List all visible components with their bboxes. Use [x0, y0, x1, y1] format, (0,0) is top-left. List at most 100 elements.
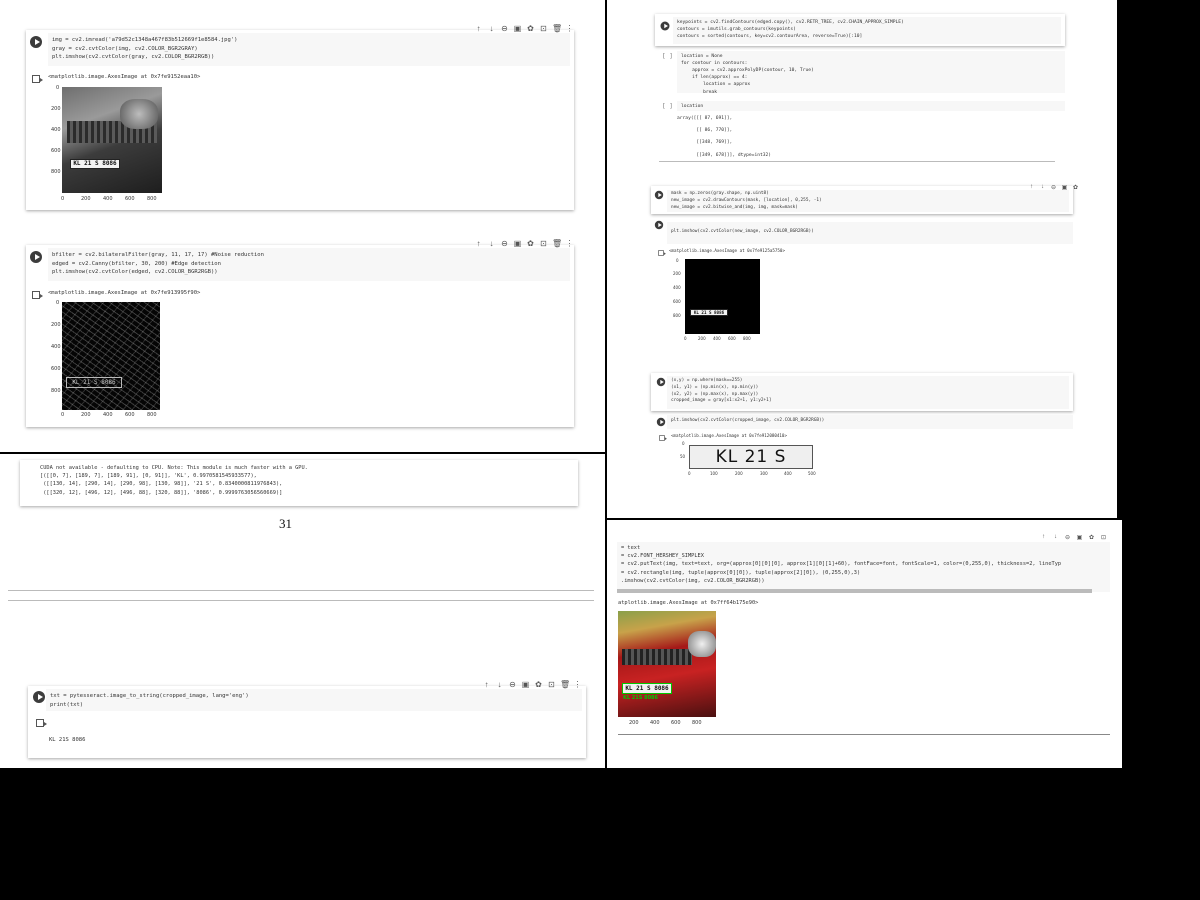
code-line: location [681, 104, 704, 109]
code-editor[interactable]: location [677, 101, 1065, 111]
notebook-cell-imread: ↑ ↓ ⊖ ▣ ✿ ⊡ 🗑 ⋮ img = cv2.imread('a79d52… [26, 24, 574, 210]
code-editor[interactable]: (x,y) = np.where(mask==255) (x1, y1) = (… [667, 376, 1069, 409]
run-cell-button[interactable] [654, 190, 664, 200]
mirror-icon[interactable]: ⊡ [1099, 534, 1108, 541]
y-tick-label: 200 [51, 322, 61, 328]
document-page-3: keypoints = cv2.findContours(edged.copy(… [607, 0, 1117, 518]
mirror-icon[interactable]: ⊡ [539, 239, 548, 248]
run-cell-button[interactable] [33, 691, 45, 703]
y-tick-label: 800 [51, 388, 61, 394]
output-icon [36, 719, 47, 727]
ocr-output-line: ([[130, 14], [290, 14], [290, 98], [130,… [40, 481, 283, 488]
code-line: bfilter = cv2.bilateralFilter(gray, 11, … [52, 252, 264, 258]
more-icon[interactable]: ⋮ [565, 24, 574, 33]
move-up-icon[interactable]: ↑ [474, 239, 483, 248]
code-editor[interactable]: plt.imshow(cv2.cvtColor(new_image, cv2.C… [667, 222, 1073, 244]
settings-icon[interactable]: ✿ [534, 680, 543, 689]
run-cell-button[interactable] [656, 377, 666, 387]
delete-icon[interactable]: 🗑 [552, 239, 562, 248]
comment-icon[interactable]: ▣ [513, 239, 522, 248]
code-line: mask = np.zeros(gray.shape, np.uint8) [671, 191, 769, 196]
y-tick-label: 600 [673, 299, 681, 304]
code-editor[interactable]: plt.imshow(cv2.cvtColor(cropped_image, c… [667, 415, 1073, 429]
code-line: print(txt) [50, 701, 84, 708]
cell-toolbar: ↑ ↓ ⊖ ▣ ✿ ⊡ [1039, 534, 1108, 541]
cell-divider [659, 161, 1055, 162]
page-divider [8, 600, 594, 601]
move-down-icon[interactable]: ↓ [1051, 534, 1060, 541]
ocr-output-block: CUDA not available - defaulting to CPU. … [20, 460, 578, 506]
code-editor[interactable]: mask = np.zeros(gray.shape, np.uint8) ne… [667, 190, 1069, 212]
run-cell-button[interactable] [656, 417, 666, 427]
move-down-icon[interactable]: ↓ [487, 24, 496, 33]
run-cell-button[interactable] [654, 220, 664, 230]
page-divider [8, 590, 594, 591]
move-down-icon[interactable]: ↓ [487, 239, 496, 248]
comment-icon[interactable]: ▣ [521, 680, 530, 689]
link-icon[interactable]: ⊖ [500, 239, 509, 248]
code-editor[interactable]: img = cv2.imread('a79d52c1348a467f83b512… [48, 33, 570, 66]
x-tick-label: 200 [81, 196, 91, 202]
code-editor[interactable]: = text = cv2.FONT_HERSHEY_SIMPLEX = cv2.… [617, 542, 1110, 592]
x-tick-label: 0 [61, 196, 65, 202]
delete-icon[interactable]: 🗑 [560, 680, 570, 689]
comment-icon[interactable]: ▣ [513, 24, 522, 33]
plate-edges-graphic: KL 21 S 8086 [66, 377, 122, 388]
mirror-icon[interactable]: ⊡ [539, 24, 548, 33]
move-up-icon[interactable]: ↑ [1039, 534, 1048, 541]
x-tick-label: 800 [692, 720, 702, 726]
run-cell-button[interactable] [30, 36, 42, 48]
settings-icon[interactable]: ✿ [526, 24, 535, 33]
y-tick-label: 200 [673, 271, 681, 276]
x-tick-label: 100 [710, 471, 718, 476]
settings-icon[interactable]: ✿ [1071, 184, 1080, 191]
horizontal-scrollbar[interactable] [617, 589, 1092, 593]
x-tick-label: 400 [650, 720, 660, 726]
headlight-graphic [120, 99, 158, 129]
settings-icon[interactable]: ✿ [526, 239, 535, 248]
code-line: .imshow(cv2.cvtColor(img, cv2.COLOR_BGR2… [621, 577, 765, 584]
x-tick-label: 200 [81, 412, 91, 418]
y-tick-label: 0 [56, 300, 60, 306]
ocr-output-line: [([[0, 7], [189, 7], [189, 91], [0, 91]]… [40, 473, 257, 480]
y-tick-label: 400 [673, 285, 681, 290]
run-cell-button[interactable] [660, 21, 670, 31]
move-down-icon[interactable]: ↓ [495, 680, 504, 689]
y-tick-label: 200 [51, 106, 61, 112]
settings-icon[interactable]: ✿ [1087, 534, 1096, 541]
code-editor[interactable]: keypoints = cv2.findContours(edged.copy(… [673, 17, 1061, 44]
notebook-cell-location-loop: [ ] location = None for contour in conto… [659, 50, 1065, 95]
link-icon[interactable]: ⊖ [508, 680, 517, 689]
x-tick-label: 400 [713, 336, 721, 341]
code-line: (x,y) = np.where(mask==255) [671, 378, 743, 383]
x-tick-label: 200 [735, 471, 743, 476]
run-cell-button[interactable] [30, 251, 42, 263]
comment-icon[interactable]: ▣ [1075, 534, 1084, 541]
cropped-plate-image: KL 21 S 8086 [689, 445, 813, 469]
link-icon[interactable]: ⊖ [500, 24, 509, 33]
code-editor[interactable]: txt = pytesseract.image_to_string(croppe… [46, 689, 582, 711]
move-up-icon[interactable]: ↑ [474, 24, 483, 33]
more-icon[interactable]: ⋮ [565, 239, 574, 248]
ocr-output-line: ([[320, 12], [496, 12], [496, 88], [320,… [40, 489, 283, 496]
more-icon[interactable]: ⋮ [573, 680, 582, 689]
y-tick-label: 600 [51, 148, 61, 154]
annotated-car-image: KL 21 S 8086 KL 21S 8086 [618, 611, 716, 717]
move-up-icon[interactable]: ↑ [482, 680, 491, 689]
cell-output-text: <matplotlib.image.AxesImage at 0x7fe9152… [48, 74, 201, 80]
x-tick-label: 600 [125, 412, 135, 418]
link-icon[interactable]: ⊖ [1063, 534, 1072, 541]
code-editor[interactable]: bfilter = cv2.bilateralFilter(gray, 11, … [48, 248, 570, 281]
mirror-icon[interactable]: ⊡ [547, 680, 556, 689]
code-line: if len(approx) == 4: [681, 75, 748, 81]
code-editor[interactable]: location = None for contour in contours:… [677, 51, 1065, 95]
code-line: keypoints = cv2.findContours(edged.copy(… [677, 20, 904, 25]
x-tick-label: 800 [147, 196, 157, 202]
cell-toolbar: ↑ ↓ ⊖ ▣ ✿ ⊡ 🗑 ⋮ [474, 24, 574, 33]
y-tick-label: 50 [680, 454, 686, 459]
cell-divider [618, 734, 1110, 735]
code-line: plt.imshow(cv2.cvtColor(gray, cv2.COLOR_… [52, 54, 215, 61]
delete-icon[interactable]: 🗑 [552, 24, 562, 33]
notebook-cell-show-mask: plt.imshow(cv2.cvtColor(new_image, cv2.C… [651, 218, 1073, 346]
notebook-cell-contours: keypoints = cv2.findContours(edged.copy(… [655, 14, 1065, 46]
